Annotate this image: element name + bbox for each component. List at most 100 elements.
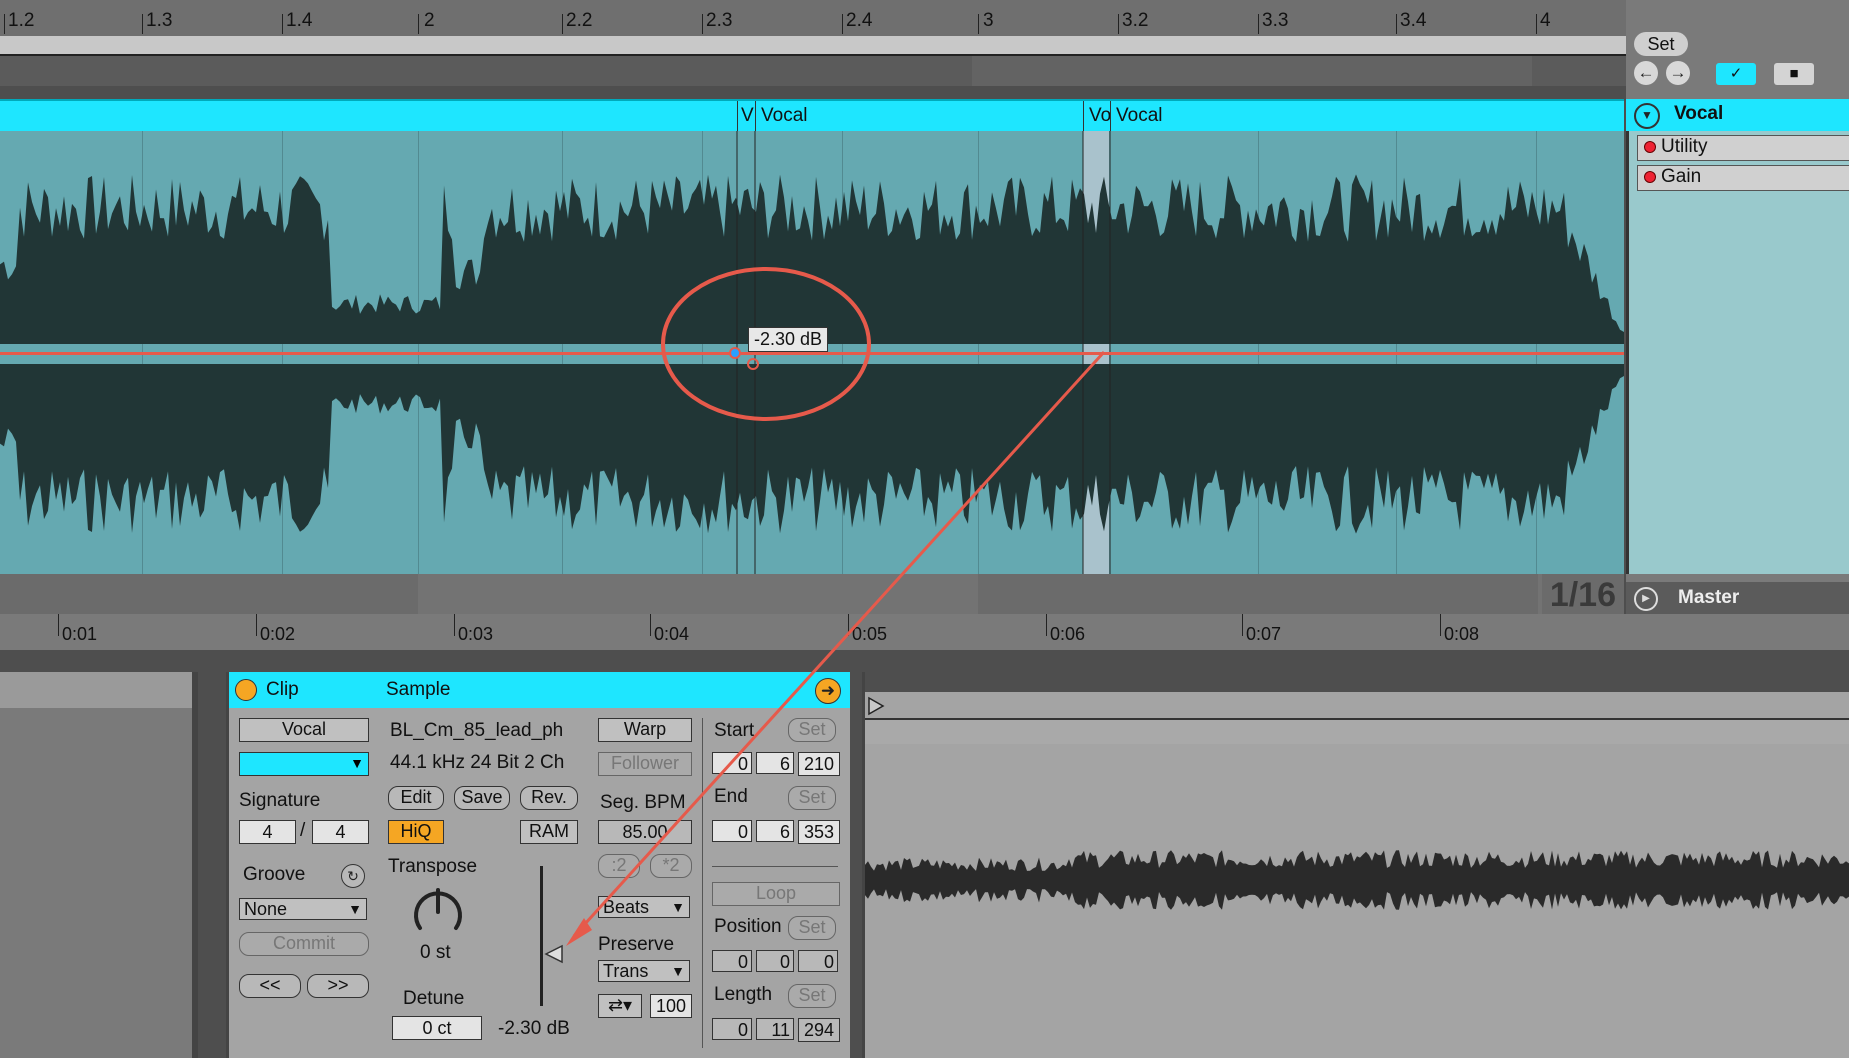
- clip-name-label: Vocal: [1116, 105, 1163, 126]
- clip-color-select[interactable]: ▼: [239, 752, 369, 776]
- clip-name-label: Vo: [1089, 105, 1112, 126]
- end-set-button[interactable]: Set: [788, 786, 836, 810]
- preserve-select[interactable]: Trans ▼: [598, 960, 690, 982]
- end-sixteenth-field[interactable]: 353: [798, 820, 840, 844]
- dropdown-arrow-icon: ▼: [671, 899, 685, 915]
- draw-mode-icon[interactable]: ✓: [1716, 63, 1756, 85]
- transpose-label: Transpose: [388, 856, 478, 877]
- groove-hotswap-icon[interactable]: ↻: [341, 864, 365, 888]
- arrow-right-icon[interactable]: →: [1666, 61, 1690, 85]
- chain-item-label: Utility: [1661, 136, 1708, 157]
- warp-mode-select[interactable]: Beats ▼: [598, 896, 690, 918]
- loop-brace-bar[interactable]: [0, 36, 1626, 56]
- seg-bpm-field[interactable]: 85.00: [598, 820, 692, 844]
- sample-format: 44.1 kHz 24 Bit 2 Ch: [390, 752, 565, 773]
- envelope-value-tooltip: -2.30 dB: [748, 327, 829, 352]
- position-sixteenth-field[interactable]: 0: [798, 950, 838, 972]
- arrow-left-icon[interactable]: ←: [1634, 61, 1658, 85]
- scroll-area[interactable]: 1/16: [0, 574, 1624, 614]
- edit-button[interactable]: Edit: [388, 786, 444, 810]
- time-label: 0:07: [1246, 624, 1282, 644]
- nudge-forward-button[interactable]: >>: [307, 974, 369, 998]
- chain-list: Utility Gain: [1626, 131, 1849, 574]
- track-name: Vocal: [1674, 103, 1724, 124]
- clip-panel-header: Clip: [229, 672, 380, 708]
- play-icon[interactable]: ▶: [1634, 587, 1658, 611]
- device-on-icon[interactable]: [1644, 170, 1656, 183]
- position-label: Position: [714, 916, 782, 937]
- double-tempo-button[interactable]: *2: [650, 854, 692, 878]
- start-sixteenth-field[interactable]: 210: [798, 752, 840, 776]
- panel-divider[interactable]: [0, 650, 1849, 672]
- ram-toggle[interactable]: RAM: [520, 820, 578, 844]
- set-button[interactable]: Set: [1634, 32, 1688, 56]
- warp-button[interactable]: Warp: [598, 718, 692, 742]
- position-set-button[interactable]: Set: [788, 916, 836, 940]
- lock-icon[interactable]: ■: [1774, 63, 1814, 85]
- time-label: 0:04: [654, 624, 690, 644]
- volume-envelope-line[interactable]: [0, 352, 1624, 355]
- follower-button[interactable]: Follower: [598, 752, 692, 776]
- time-label: 0:08: [1444, 624, 1480, 644]
- transpose-knob[interactable]: [410, 884, 466, 940]
- sample-filename: BL_Cm_85_lead_ph: [390, 720, 564, 741]
- save-button[interactable]: Save: [454, 786, 510, 810]
- beat-time-ruler[interactable]: 1.2 1.3 1.4 2 2.2 2.3 2.4 3 3.2 3.3 3.4 …: [0, 0, 1626, 36]
- time-ruler[interactable]: 0:01 0:02 0:03 0:04 0:05 0:06 0:07 0:08: [0, 614, 1849, 650]
- seg-bpm-label: Seg. BPM: [600, 792, 686, 813]
- arrow-right-icon[interactable]: ➜: [815, 678, 841, 704]
- signature-label: Signature: [239, 790, 321, 811]
- track-device-header[interactable]: ▼ Vocal: [1626, 99, 1849, 131]
- arrangement-waveform[interactable]: -2.30 dB: [0, 131, 1624, 574]
- device-on-icon[interactable]: [1644, 140, 1656, 153]
- clip-header-bar[interactable]: V Vocal Vo Vocal: [0, 99, 1624, 132]
- chain-item-gain[interactable]: Gain: [1637, 165, 1849, 191]
- sample-editor[interactable]: [862, 672, 1849, 1058]
- loop-mode-select[interactable]: ⇄▾: [598, 994, 642, 1018]
- sample-panel-title: Sample: [386, 679, 451, 700]
- master-label: Master: [1678, 587, 1740, 608]
- gain-value: -2.30 dB: [498, 1018, 570, 1039]
- time-label: 0:05: [852, 624, 888, 644]
- length-set-button[interactable]: Set: [788, 984, 836, 1008]
- clip-panel-title: Clip: [266, 679, 299, 700]
- bar-label: 1.4: [286, 10, 313, 31]
- detune-field[interactable]: 0 ct: [392, 1016, 482, 1040]
- half-tempo-button[interactable]: :2: [598, 854, 640, 878]
- position-bar-field[interactable]: 0: [712, 950, 752, 972]
- end-bar-field[interactable]: 0: [712, 820, 752, 842]
- reverse-button[interactable]: Rev.: [520, 786, 578, 810]
- hiq-toggle[interactable]: HiQ: [388, 820, 444, 844]
- chevron-down-icon[interactable]: ▼: [1634, 103, 1660, 129]
- start-beat-field[interactable]: 6: [756, 752, 794, 774]
- master-row[interactable]: ▶ Master: [1626, 582, 1849, 614]
- start-bar-field[interactable]: 0: [712, 752, 752, 774]
- gain-slider-track[interactable]: [540, 866, 543, 1006]
- end-beat-field[interactable]: 6: [756, 820, 794, 842]
- start-set-button[interactable]: Set: [788, 718, 836, 742]
- clip-name-field[interactable]: Vocal: [239, 718, 369, 742]
- length-beat-field[interactable]: 11: [756, 1018, 794, 1040]
- chain-item-utility[interactable]: Utility: [1637, 135, 1849, 161]
- clip-panel: Clip Vocal ▼ Signature 4 / 4 Groove ↻ No…: [226, 672, 380, 1058]
- gain-slider-handle[interactable]: [544, 944, 564, 964]
- nudge-back-button[interactable]: <<: [239, 974, 301, 998]
- length-bar-field[interactable]: 0: [712, 1018, 752, 1040]
- start-marker-icon[interactable]: [867, 696, 887, 716]
- preserve-label: Preserve: [598, 934, 675, 955]
- position-beat-field[interactable]: 0: [756, 950, 794, 972]
- transient-envelope-field[interactable]: 100: [650, 994, 692, 1018]
- grid-quantize-label[interactable]: 1/16: [1550, 576, 1616, 615]
- clip-activator-icon[interactable]: [235, 679, 257, 701]
- loop-button[interactable]: Loop: [712, 882, 840, 906]
- sample-editor-ruler[interactable]: [865, 692, 1849, 720]
- signature-numerator[interactable]: 4: [239, 820, 296, 844]
- length-sixteenth-field[interactable]: 294: [798, 1018, 840, 1042]
- signature-denominator[interactable]: 4: [312, 820, 369, 844]
- bar-label: 4: [1540, 10, 1551, 31]
- left-browser-strip: [0, 672, 198, 1058]
- groove-select[interactable]: None ▼: [239, 898, 367, 920]
- commit-button[interactable]: Commit: [239, 932, 369, 956]
- warp-mode-value: Beats: [603, 897, 650, 917]
- overview-band[interactable]: [0, 56, 1626, 86]
